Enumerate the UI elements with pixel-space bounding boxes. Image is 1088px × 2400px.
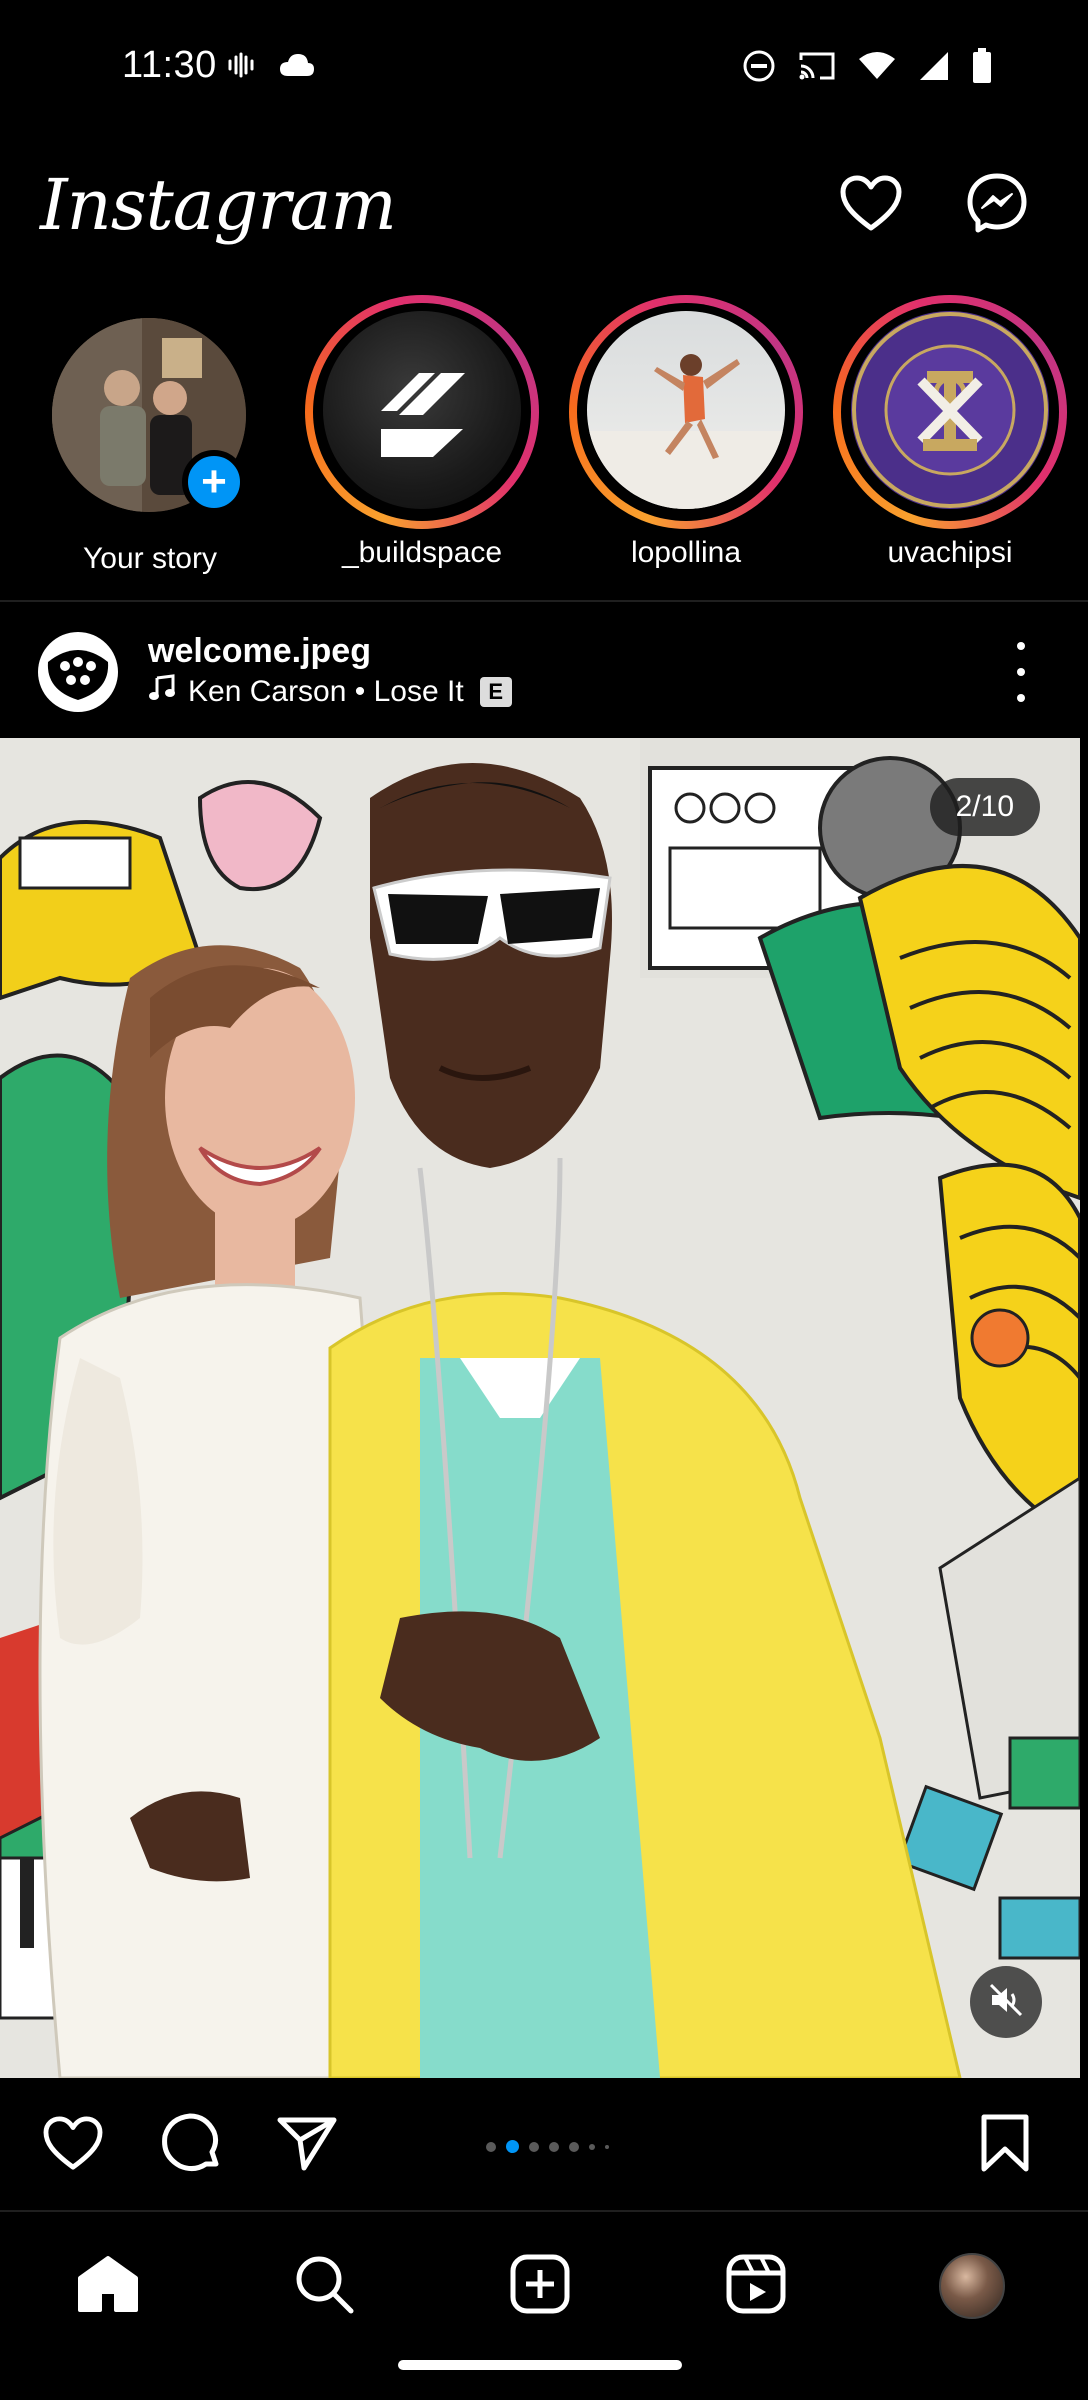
app-header: Instagram: [0, 150, 1088, 270]
messenger-button[interactable]: [962, 170, 1032, 240]
carousel-dot: [529, 2141, 539, 2152]
add-story-button[interactable]: +: [182, 450, 246, 514]
story-name: _buildspace: [341, 536, 503, 569]
bookmark-icon: [980, 2113, 1030, 2178]
story-buildspace[interactable]: _buildspace: [302, 290, 542, 590]
music-note-icon: [148, 674, 176, 710]
vibrate-icon: [226, 50, 256, 85]
reels-icon: [725, 2253, 787, 2320]
carousel-dot: [605, 2144, 609, 2149]
creature-face-icon: [47, 650, 109, 700]
story-avatar: [851, 311, 1049, 509]
story-your-story[interactable]: + Your story: [30, 290, 270, 590]
search-icon: [293, 2253, 355, 2320]
nav-home[interactable]: [68, 2246, 148, 2326]
nav-reels[interactable]: [716, 2246, 796, 2326]
carousel-indicator: [486, 2140, 609, 2153]
create-icon: [509, 2253, 571, 2320]
profile-avatar: [939, 2253, 1005, 2319]
carousel-dot: [486, 2141, 496, 2152]
comment-icon: [160, 2112, 222, 2179]
home-icon: [76, 2254, 140, 2319]
cloud-icon: [278, 52, 316, 83]
explicit-badge: E: [479, 677, 512, 707]
music-label: Ken Carson • Lose It: [188, 675, 464, 708]
post-username[interactable]: welcome.jpeg: [148, 632, 371, 671]
send-icon: [276, 2114, 338, 2177]
save-button[interactable]: [970, 2110, 1040, 2180]
comment-button[interactable]: [156, 2110, 226, 2180]
post-photo: [0, 738, 1080, 2078]
carousel-dot-active: [506, 2140, 519, 2153]
divider: [0, 600, 1088, 602]
mute-button[interactable]: [970, 1966, 1042, 2038]
heart-icon: [42, 2115, 104, 2176]
nav-create[interactable]: [500, 2246, 580, 2326]
story-name: lopollina: [630, 536, 742, 569]
heart-icon: [839, 174, 903, 237]
instagram-logo[interactable]: Instagram: [40, 164, 397, 246]
share-button[interactable]: [272, 2110, 342, 2180]
post-header: welcome.jpeg Ken Carson • Lose It E: [0, 612, 1088, 732]
home-indicator[interactable]: [398, 2360, 682, 2370]
fraternity-crest-icon: [852, 312, 1048, 508]
status-right-icons: [742, 48, 992, 89]
story-avatar: [323, 311, 521, 509]
story-avatar: [587, 311, 785, 509]
nav-profile[interactable]: [932, 2246, 1012, 2326]
nav-search[interactable]: [284, 2246, 364, 2326]
dnd-icon: [742, 49, 776, 88]
post-avatar[interactable]: [38, 632, 118, 712]
post-music[interactable]: Ken Carson • Lose It E: [148, 674, 512, 710]
story-name: Your story: [83, 542, 217, 575]
notifications-button[interactable]: [836, 170, 906, 240]
carousel-counter: 2/10: [929, 778, 1040, 836]
post-image[interactable]: 2/10: [0, 738, 1080, 2078]
more-dot: [1017, 694, 1025, 702]
story-uvachipsi[interactable]: uvachipsi: [830, 290, 1070, 590]
more-dot: [1017, 668, 1025, 676]
bottom-nav: [0, 2210, 1088, 2400]
like-button[interactable]: [38, 2110, 108, 2180]
story-name: uvachipsi: [887, 536, 1013, 569]
stories-tray: + Your story _buildspace lopollina uvach…: [0, 290, 1088, 590]
battery-icon: [972, 48, 992, 89]
story-lopollina[interactable]: lopollina: [566, 290, 806, 590]
speaker-muted-icon: [988, 1982, 1024, 2023]
carousel-dot: [549, 2141, 559, 2152]
plus-icon: +: [201, 457, 227, 506]
status-time: 11:30: [122, 44, 217, 86]
signal-icon: [918, 50, 950, 87]
carousel-dot: [569, 2141, 579, 2152]
more-dot: [1017, 642, 1025, 650]
status-left-icons: [226, 50, 316, 85]
messenger-icon: [966, 172, 1028, 239]
wifi-icon: [858, 51, 896, 86]
buildspace-logo-icon: [381, 373, 465, 457]
status-bar: 11:30: [0, 0, 1088, 132]
more-options-button[interactable]: [1006, 642, 1036, 702]
cast-icon: [798, 50, 836, 87]
post-actions: [0, 2090, 1088, 2190]
carousel-dot: [589, 2143, 595, 2150]
